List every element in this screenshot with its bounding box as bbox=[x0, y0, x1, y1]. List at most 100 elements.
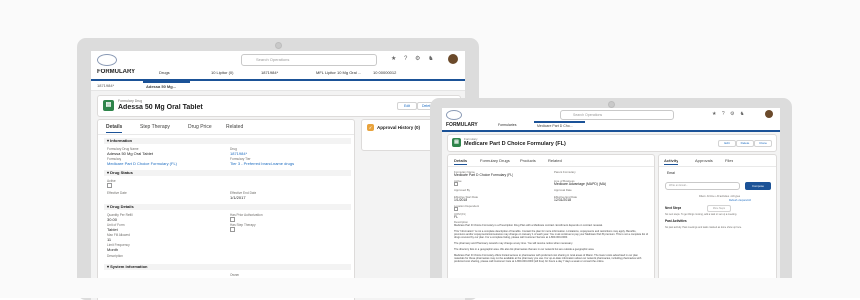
section-drug-status-label: Drug Status bbox=[110, 170, 133, 175]
section-drug-details-label: Drug Details bbox=[110, 204, 134, 209]
approval-date-label: Approval Date bbox=[554, 188, 572, 192]
effective-end-value: 12/31/2018 bbox=[554, 198, 571, 202]
more-steps-button[interactable]: More Steps bbox=[707, 205, 731, 212]
back-laptop-frame: Search Operations ★ ? ⚙ ♞ FORMULARY Drug… bbox=[77, 38, 479, 300]
avatar[interactable] bbox=[765, 110, 773, 118]
nav-tab-3[interactable]: MFL Lipitor 10 Mg Oral ... bbox=[316, 70, 361, 75]
section-information[interactable]: ▾ Information bbox=[104, 138, 351, 144]
front-laptop-frame: Search Operations ★ ? ⚙ ♞ FORMULARY Form… bbox=[430, 98, 792, 298]
tab-activity[interactable]: Activity bbox=[664, 158, 679, 165]
section-system-label: System Information bbox=[110, 264, 148, 269]
formulary-drug-icon: ▤ bbox=[103, 100, 114, 111]
description-paragraph-3: The pharmacy and Pharmacy network may ch… bbox=[454, 242, 573, 245]
compose-button[interactable]: Compose bbox=[745, 182, 771, 190]
avatar[interactable] bbox=[448, 54, 458, 64]
tab-related[interactable]: Related bbox=[548, 158, 562, 163]
section-drug-details[interactable]: ▾ Drug Details bbox=[104, 204, 351, 210]
drug-link[interactable]: 1871984* bbox=[230, 151, 247, 156]
description-paragraph-1: Medicare Part D Choice Formulary is a Pr… bbox=[454, 224, 603, 227]
back-screen: Search Operations ★ ? ⚙ ♞ FORMULARY Drug… bbox=[91, 51, 465, 300]
global-search-input[interactable]: Search Operations bbox=[241, 54, 377, 66]
description-paragraph-2: This "information" is not a complete des… bbox=[454, 230, 648, 239]
tab-related[interactable]: Related bbox=[226, 124, 243, 130]
email-label[interactable]: Email bbox=[667, 171, 675, 175]
section-drug-status[interactable]: ▾ Drug Status bbox=[104, 170, 351, 176]
clone-button[interactable]: Clone bbox=[754, 140, 772, 147]
parent-formulary-label: Parent Formulary bbox=[554, 170, 576, 174]
subtab-bar: 1871984* Adessa 50 Mg... bbox=[91, 81, 465, 91]
email-input[interactable]: Write an Email... bbox=[665, 182, 740, 190]
formulary-link[interactable]: Medicare Part D Choice Formulary (FL) bbox=[107, 161, 177, 166]
record-title: Medicare Part D Choice Formulary (FL) bbox=[464, 141, 566, 147]
formulary-name-value: Medicare Part D Choice Formulary (FL) bbox=[454, 173, 514, 177]
cloud-logo-icon bbox=[97, 54, 117, 66]
divider bbox=[448, 166, 654, 167]
global-search-input[interactable]: Search Operations bbox=[560, 110, 674, 120]
subtab-active[interactable]: Adessa 50 Mg... bbox=[143, 81, 190, 90]
past-activities-label: Past Activities bbox=[665, 219, 687, 223]
utility-icons[interactable]: ★ ? ⚙ ♞ bbox=[712, 111, 770, 119]
tab-files[interactable]: Files bbox=[725, 158, 733, 163]
step-therapy-checkbox bbox=[230, 227, 235, 232]
edit-button[interactable]: Edit bbox=[718, 140, 736, 147]
record-title: Adessa 50 Mg Oral Tablet bbox=[118, 104, 203, 111]
effective-start-value: 1/1/2018 bbox=[454, 198, 468, 202]
details-card: Details Formulary Drugs Products Related… bbox=[447, 154, 655, 298]
description-label: Description bbox=[107, 254, 123, 258]
tab-details[interactable]: Details bbox=[106, 124, 123, 133]
record-header: ▤ Formulary Medicare Part D Choice Formu… bbox=[447, 134, 777, 152]
filters-text[interactable]: Filters: All time • All activities • All… bbox=[699, 195, 740, 198]
details-card: Details Step Therapy Drug Price Related … bbox=[97, 119, 355, 300]
global-header: Search Operations ★ ? ⚙ ♞ bbox=[91, 51, 465, 69]
description-paragraph-5: Medicare Part D Choice Formulary offers … bbox=[454, 254, 642, 263]
section-information-label: Information bbox=[110, 138, 133, 143]
cloud-logo-icon bbox=[446, 110, 462, 120]
tier-link[interactable]: Tier 3 - Preferred brand-name drugs bbox=[230, 161, 294, 166]
quantity-value: 30.00 bbox=[107, 217, 118, 222]
location-checkbox bbox=[454, 207, 458, 211]
expand-all-link[interactable]: Refresh • Expand All bbox=[729, 199, 751, 202]
tab-details[interactable]: Details bbox=[454, 158, 468, 165]
app-name: FORMULARY bbox=[97, 69, 136, 75]
section-system-information[interactable]: ▾ System Information bbox=[104, 264, 351, 270]
page-bottom-fade bbox=[0, 278, 860, 298]
tab-formulary-drugs[interactable]: Formulary Drugs bbox=[480, 158, 510, 163]
uom-value: FL bbox=[454, 215, 458, 219]
delete-button[interactable]: Delete bbox=[736, 140, 754, 147]
unit-value: Tablet bbox=[107, 227, 118, 232]
description-paragraph-4: The directory lists in a geographic area… bbox=[454, 248, 595, 251]
active-checkbox bbox=[107, 183, 112, 188]
approval-icon: ✓ bbox=[367, 124, 374, 131]
global-header: Search Operations ★ ? ⚙ ♞ bbox=[442, 108, 780, 122]
record-header: ▤ Formulary Drug Adessa 50 Mg Oral Table… bbox=[97, 95, 461, 117]
nav-tab-1[interactable]: 10 Lipitor (0) bbox=[211, 70, 233, 75]
tab-drug-price[interactable]: Drug Price bbox=[188, 124, 212, 130]
camera-dot bbox=[275, 42, 282, 49]
marketing-scene: Search Operations ★ ? ⚙ ♞ FORMULARY Drug… bbox=[0, 0, 860, 300]
nav-tab-formularies[interactable]: Formularies bbox=[498, 123, 516, 127]
edit-button[interactable]: Edit bbox=[397, 102, 417, 110]
app-nav-bar: FORMULARY Drugs 10 Lipitor (0) 1871984* … bbox=[91, 68, 465, 81]
active-checkbox bbox=[454, 182, 458, 186]
tab-step-therapy[interactable]: Step Therapy bbox=[140, 124, 170, 130]
nav-tab-drugs[interactable]: Drugs bbox=[159, 70, 170, 75]
app-name: FORMULARY bbox=[446, 122, 478, 128]
effective-end-date-value: 1/1/2017 bbox=[230, 195, 246, 200]
next-steps-label: Next Steps bbox=[665, 206, 682, 210]
drug-name-value: Adessa 50 Mg Oral Tablet bbox=[107, 151, 153, 156]
nav-tab-active[interactable]: Medicare Part D Cho... bbox=[534, 121, 585, 130]
nav-tab-4[interactable]: 10 00000012 bbox=[373, 70, 396, 75]
activity-card: Activity Approvals Files Email Write an … bbox=[658, 154, 777, 298]
nav-tab-2[interactable]: 1871984* bbox=[261, 70, 278, 75]
divider bbox=[659, 166, 776, 167]
line-of-business-value: Medicare Advantage (MAPD) (MA) bbox=[554, 182, 607, 186]
divider bbox=[98, 134, 354, 135]
past-activities-empty: No past activity. Past meetings and task… bbox=[665, 226, 742, 229]
approval-history-title[interactable]: Approval History (0) bbox=[377, 125, 420, 130]
max-fill-value: 11 bbox=[107, 237, 112, 242]
record-type: Formulary Drug bbox=[118, 99, 143, 103]
effective-date-label: Effective Date bbox=[107, 191, 127, 195]
subtab-drug[interactable]: 1871984* bbox=[97, 83, 114, 88]
tab-products[interactable]: Products bbox=[520, 158, 536, 163]
tab-approvals[interactable]: Approvals bbox=[695, 158, 713, 163]
